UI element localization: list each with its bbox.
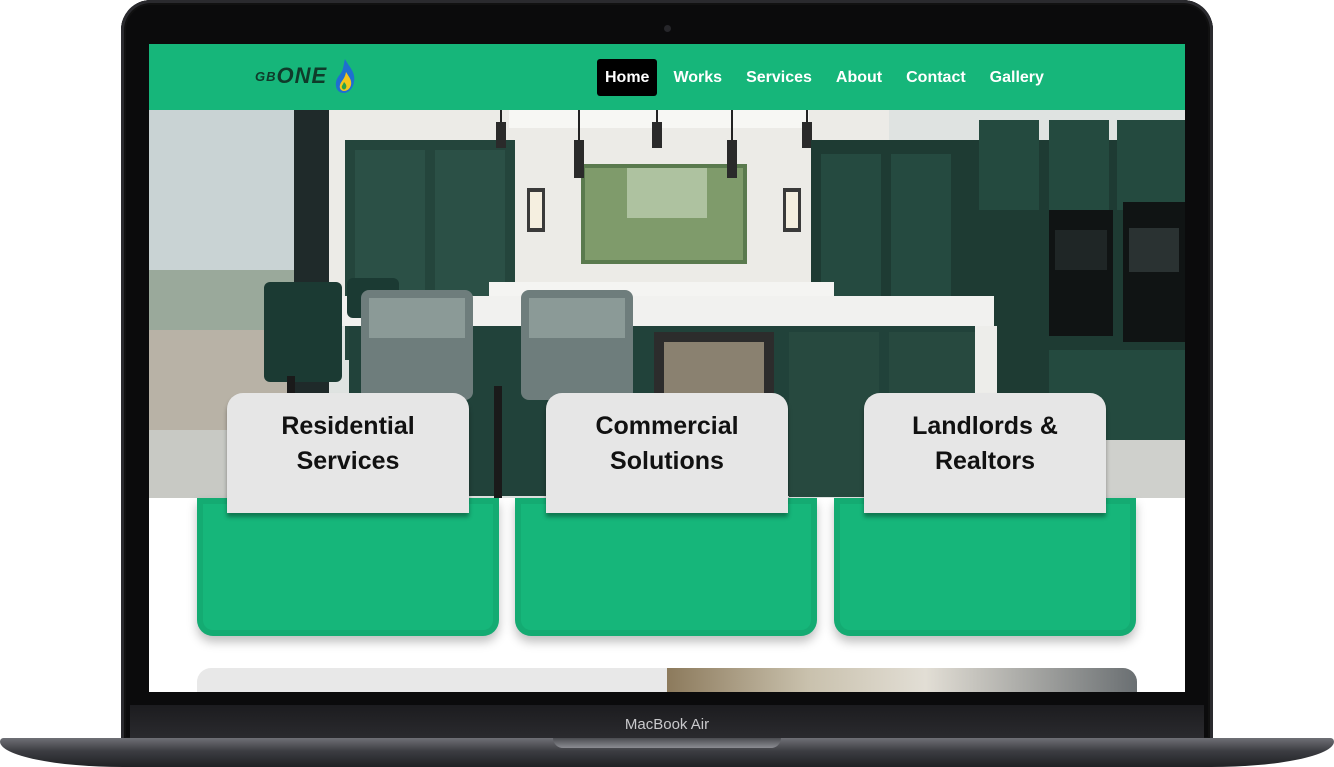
main-menu: Home Works Services About Contact Galler… (597, 59, 1052, 96)
lower-section (197, 668, 1137, 692)
card-commercial-body[interactable] (515, 498, 817, 636)
nav-gallery[interactable]: Gallery (982, 59, 1052, 96)
nav-works[interactable]: Works (665, 59, 730, 96)
flame-icon (335, 59, 355, 93)
card-residential-body[interactable] (197, 498, 499, 636)
card-residential[interactable]: Residential Services (227, 393, 469, 513)
nav-about[interactable]: About (828, 59, 890, 96)
card-title: Residential Services (281, 412, 415, 475)
browser-screen: GB ONE Home Works Services About Contact… (149, 44, 1185, 692)
logo-prefix: GB (255, 68, 277, 84)
nav-contact[interactable]: Contact (898, 59, 974, 96)
camera-icon (664, 25, 671, 32)
site-logo[interactable]: GB ONE (255, 58, 357, 94)
card-title: Landlords & Realtors (912, 412, 1058, 475)
card-landlords[interactable]: Landlords & Realtors (864, 393, 1106, 513)
navbar: GB ONE Home Works Services About Contact… (149, 44, 1185, 110)
nav-services[interactable]: Services (738, 59, 820, 96)
card-commercial[interactable]: Commercial Solutions (546, 393, 788, 513)
card-title: Commercial Solutions (595, 412, 739, 475)
lower-section-image (667, 668, 1137, 692)
nav-home[interactable]: Home (597, 59, 658, 96)
card-landlords-body[interactable] (834, 498, 1136, 636)
logo-name: ONE (276, 63, 328, 88)
device-label: MacBook Air (624, 716, 710, 733)
laptop-notch (553, 738, 781, 748)
